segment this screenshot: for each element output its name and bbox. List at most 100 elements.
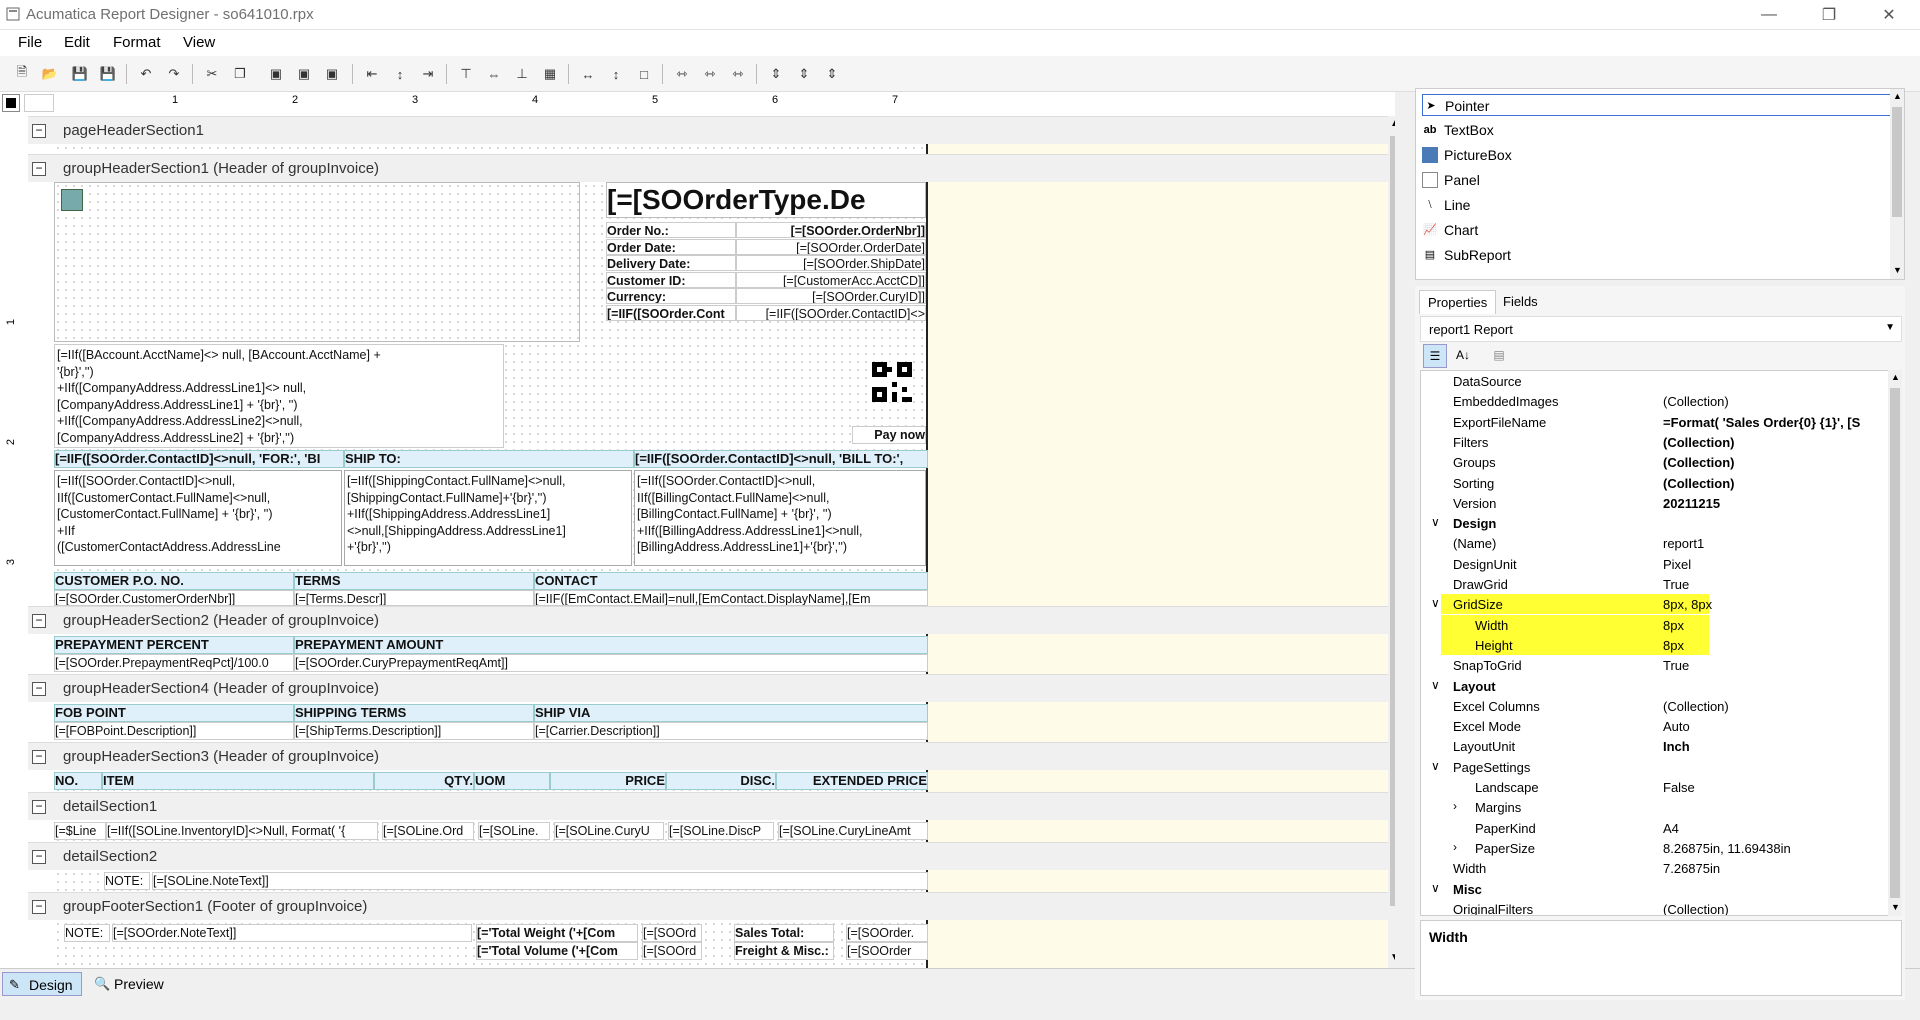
property-row[interactable]: ∨ Misc [1421, 879, 1889, 899]
prepayment-amount-header[interactable]: PREPAYMENT AMOUNT [294, 636, 928, 654]
scroll-up-icon[interactable]: ▲ [1390, 118, 1395, 129]
billing-contact-textbox[interactable]: [=IIf([SOOrder.ContactID]<>null, IIf([Bil… [634, 470, 926, 566]
order-field-value[interactable]: [=[SOOrder.CuryID]] [736, 288, 926, 304]
total-weight-field[interactable]: [='Total Weight ('+[Com [476, 924, 638, 942]
inventory-field[interactable]: [=IIf([SOLine.InventoryID]<>Null, Format… [106, 822, 378, 840]
tool-subreport[interactable]: ▤ SubReport [1422, 244, 1882, 266]
property-value[interactable]: (Collection) [1663, 435, 1888, 450]
footer-note-field[interactable]: [=[SOOrder.NoteText]] [112, 924, 472, 942]
section-group-footer-1[interactable]: − groupFooterSection1 (Footer of groupIn… [28, 892, 1388, 920]
undo-icon[interactable]: ↶ [136, 64, 156, 84]
fob-point-value[interactable]: [=[FOBPoint.Description]] [54, 722, 294, 740]
property-value[interactable]: (Collection) [1663, 476, 1888, 491]
price-field[interactable]: [=[SOLine.CuryU [554, 822, 664, 840]
company-address-textbox[interactable]: [=IIf([BAccount.AcctName]<> null, [BAcco… [54, 344, 504, 448]
ship-via-value[interactable]: [=[Carrier.Description]] [534, 722, 928, 740]
order-field-value[interactable]: [=[SOOrder.OrderNbr]] [736, 222, 926, 238]
close-button[interactable]: ✕ [1866, 0, 1912, 30]
freight-misc-label[interactable]: Freight & Misc.: [734, 942, 834, 960]
collapse-icon[interactable]: − [32, 124, 46, 138]
contact-header[interactable]: CONTACT [534, 572, 928, 590]
uom-field[interactable]: [=[SOLine. [478, 822, 550, 840]
redo-icon[interactable]: ↷ [164, 64, 184, 84]
col-item-header[interactable]: ITEM [102, 772, 374, 790]
band-page-header[interactable] [54, 144, 928, 154]
collapse-icon[interactable]: − [32, 682, 46, 696]
toolbox-scrollbar[interactable]: ▲ ▼ [1890, 89, 1904, 279]
property-row[interactable]: Groups (Collection) [1421, 452, 1889, 472]
sales-total-value[interactable]: [=[SOOrder. [846, 924, 928, 942]
sales-total-label[interactable]: Sales Total: [734, 924, 834, 942]
property-value[interactable]: True [1663, 577, 1888, 592]
band-detail-1[interactable]: [=$Line [=IIf([SOLine.InventoryID]<>Null… [54, 820, 928, 842]
property-row[interactable]: Excel Mode Auto [1421, 716, 1889, 736]
section-group-header-2[interactable]: − groupHeaderSection2 (Header of groupIn… [28, 606, 1388, 634]
property-value[interactable]: 7.26875in [1663, 861, 1888, 876]
property-row[interactable]: Excel Columns (Collection) [1421, 696, 1889, 716]
band-detail-2[interactable]: NOTE: [=[SOLine.NoteText]] [54, 870, 928, 892]
bill-to-header[interactable]: [=IIF([SOOrder.ContactID]<>null, 'BILL T… [634, 450, 928, 468]
order-field-label[interactable]: [=IIF([SOOrder.Cont [606, 304, 736, 321]
shipping-terms-header[interactable]: SHIPPING TERMS [294, 704, 534, 722]
shipping-terms-value[interactable]: [=[ShipTerms.Description]] [294, 722, 534, 740]
property-row[interactable]: Landscape False [1421, 777, 1889, 797]
align-middle-icon[interactable]: ⇔ [484, 64, 504, 84]
band-group-header-1[interactable]: [=[SOOrderType.De Order No.: [=[SOOrder.O… [54, 182, 928, 606]
po-value[interactable]: [=[SOOrder.CustomerOrderNbr]] [54, 590, 294, 606]
order-field-value[interactable]: [=IIF([SOOrder.ContactID]<> [736, 304, 926, 321]
property-value[interactable]: (Collection) [1663, 699, 1888, 714]
vspace-inc-icon[interactable]: ⇕ [794, 64, 814, 84]
property-row[interactable]: Height 8px [1421, 634, 1889, 655]
contact-value[interactable]: [=IIF([EmContact.EMail]=null,[EmContact.… [534, 590, 928, 606]
property-row[interactable]: OriginalFilters (Collection) [1421, 899, 1889, 915]
property-value[interactable]: True [1663, 658, 1888, 673]
order-field-label[interactable]: Currency: [606, 288, 736, 304]
property-row[interactable]: Filters (Collection) [1421, 432, 1889, 452]
copy-icon[interactable]: ❐ [230, 64, 250, 84]
scroll-thumb[interactable] [1390, 136, 1395, 906]
menu-edit[interactable]: Edit [64, 34, 90, 51]
designer-scrollbar[interactable]: ▲ ▼ [1388, 116, 1395, 968]
same-height-icon[interactable]: ↕ [606, 64, 626, 84]
expand-chevron-icon[interactable]: ∨ [1431, 596, 1440, 610]
same-width-icon[interactable]: ↔ [578, 64, 598, 84]
property-row[interactable]: DataSource [1421, 371, 1889, 391]
collapse-icon[interactable]: − [32, 750, 46, 764]
vspace-equal-icon[interactable]: ⇕ [766, 64, 786, 84]
order-field-label[interactable]: Customer ID: [606, 271, 736, 288]
col-uom-header[interactable]: UOM [474, 772, 550, 790]
property-value[interactable]: Auto [1663, 719, 1888, 734]
band-group-header-2[interactable]: PREPAYMENT PERCENT PREPAYMENT AMOUNT [=[… [54, 634, 928, 674]
band-group-header-3[interactable]: NO. ITEM QTY. UOM PRICE DISC. EXTENDED P… [54, 770, 928, 792]
col-extended-price-header[interactable]: EXTENDED PRICE [776, 772, 928, 790]
property-value[interactable]: 8px [1663, 638, 1888, 653]
order-field-label[interactable]: Order Date: [606, 238, 736, 255]
new-report-icon[interactable]: 🗎 [12, 64, 32, 84]
expand-chevron-icon[interactable]: ∨ [1431, 881, 1440, 895]
property-row[interactable]: ∨ PageSettings [1421, 757, 1889, 777]
hspace-equal-icon[interactable]: ⇿ [672, 64, 692, 84]
col-disc-header[interactable]: DISC. [666, 772, 776, 790]
collapsed-chevron-icon[interactable]: › [1453, 799, 1457, 813]
tool-chart[interactable]: 📈 Chart [1422, 219, 1882, 241]
property-row[interactable]: DesignUnit Pixel [1421, 554, 1889, 574]
property-value[interactable]: =Format( 'Sales Order{0} {1}', [S [1663, 415, 1888, 430]
customer-contact-textbox[interactable]: [=IIf([SOOrder.ContactID]<>null, IIf([Cus… [54, 470, 342, 566]
collapse-icon[interactable]: − [32, 162, 46, 176]
property-value[interactable]: 20211215 [1663, 496, 1888, 511]
band-group-footer-1[interactable]: NOTE: [=[SOOrder.NoteText]] [='Total Wei… [54, 920, 928, 968]
tab-design[interactable]: ✎ Design [2, 972, 82, 996]
property-value[interactable]: (Collection) [1663, 902, 1888, 915]
order-field-value[interactable]: [=[SOOrder.OrderDate] [736, 238, 926, 255]
prepayment-amount-value[interactable]: [=[SOOrder.CuryPrepaymentReqAmt]] [294, 654, 928, 672]
col-no-header[interactable]: NO. [54, 772, 102, 790]
cut-icon[interactable]: ✂ [202, 64, 222, 84]
property-row[interactable]: › PaperSize 8.26875in, 11.69438in [1421, 838, 1889, 858]
order-field-label[interactable]: Order No.: [606, 222, 736, 238]
save-all-icon[interactable]: 💾 [98, 64, 118, 84]
expand-chevron-icon[interactable]: ∨ [1431, 759, 1440, 773]
property-row[interactable]: LayoutUnit Inch [1421, 736, 1889, 756]
shipping-contact-textbox[interactable]: [=IIf([ShippingContact.FullName]<>null, [… [344, 470, 632, 566]
categorized-icon[interactable]: ☰ [1423, 344, 1447, 368]
property-grid[interactable]: DataSource EmbeddedImages (Collection) Expo… [1420, 370, 1902, 916]
